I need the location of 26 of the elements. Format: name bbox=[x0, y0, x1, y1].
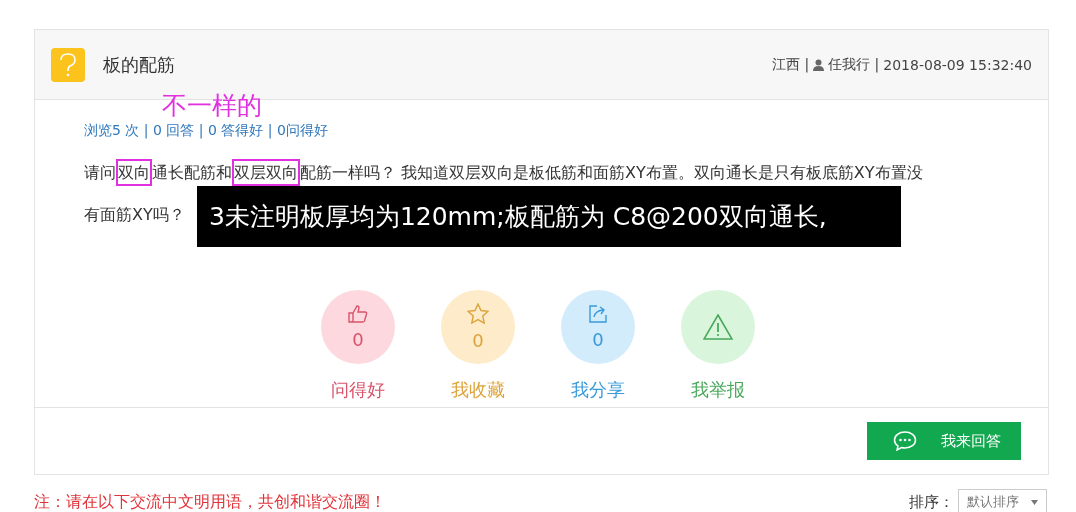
question-mark-icon bbox=[51, 47, 85, 82]
sort-dropdown[interactable]: 默认排序 bbox=[958, 489, 1047, 512]
action-label[interactable]: 我分享 bbox=[571, 378, 625, 402]
region-text: 江西 | bbox=[771, 55, 810, 74]
favorite-button[interactable]: 0 bbox=[441, 290, 515, 364]
like-button[interactable]: 0 bbox=[321, 290, 395, 364]
warning-icon bbox=[703, 314, 733, 340]
post-time: 2018-08-09 15:32:40 bbox=[883, 56, 1032, 73]
thumbs-up-icon bbox=[348, 304, 368, 323]
question-title: 板的配筋 bbox=[103, 52, 175, 77]
handwritten-note: 不一样的 bbox=[162, 90, 262, 122]
answer-button[interactable]: 我来回答 bbox=[867, 422, 1021, 460]
user-icon bbox=[813, 58, 825, 71]
author-link[interactable]: 任我行 | bbox=[828, 55, 880, 74]
action-label[interactable]: 我收藏 bbox=[451, 378, 505, 402]
chat-bubble-icon bbox=[893, 431, 917, 451]
share-button[interactable]: 0 bbox=[561, 290, 635, 364]
notice-text: 注：请在以下交流中文明用语，共创和谐交流圈！ bbox=[34, 491, 386, 512]
star-icon bbox=[467, 303, 489, 324]
caret-icon bbox=[1031, 499, 1038, 505]
stats-text: 浏览5 次 | 0 回答 | 0 答得好 | 0问得好 bbox=[84, 122, 329, 140]
action-label[interactable]: 我举报 bbox=[691, 378, 745, 402]
drawing-excerpt-text: 3未注明板厚均为120mm;板配筋为 C8@200双向通长, bbox=[197, 186, 901, 247]
sort-label: 排序： bbox=[909, 492, 954, 512]
action-label[interactable]: 问得好 bbox=[331, 378, 385, 402]
share-icon bbox=[589, 304, 607, 323]
